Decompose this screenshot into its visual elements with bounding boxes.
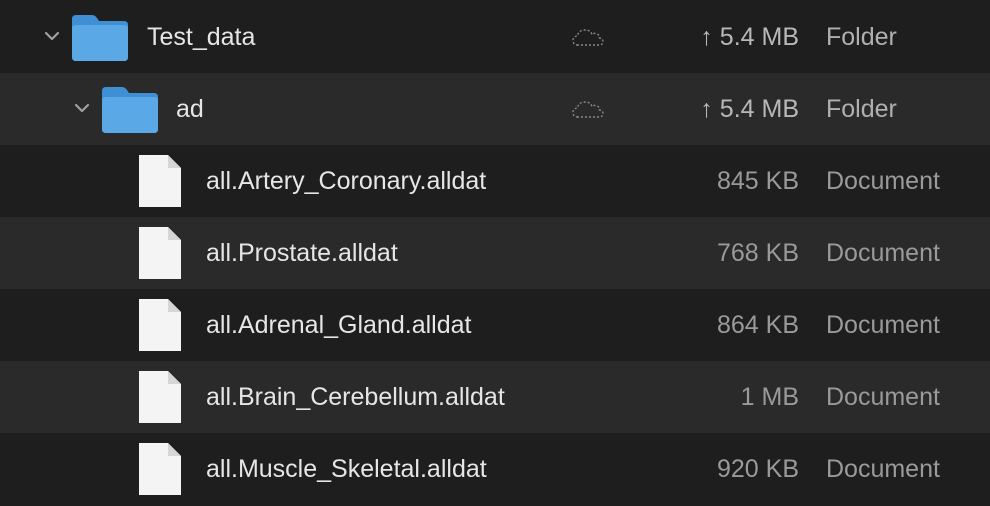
file-name: all.Artery_Coronary.alldat xyxy=(206,167,487,195)
file-size: ↑ 5.4 MB xyxy=(700,23,799,51)
document-icon xyxy=(139,443,181,495)
file-name: all.Brain_Cerebellum.alldat xyxy=(206,383,505,411)
chevron-down-icon[interactable] xyxy=(71,97,93,119)
cloud-outline-icon xyxy=(572,29,604,46)
file-size: 864 KB xyxy=(716,311,799,339)
file-name: all.Adrenal_Gland.alldat xyxy=(206,311,472,339)
file-list: Test_data ↑ 5.4 MB Folder ad ↑ 5.4 MB Fo… xyxy=(0,0,990,506)
file-size: 1 MB xyxy=(740,383,799,411)
chevron-down-icon[interactable] xyxy=(41,25,63,47)
file-kind: Folder xyxy=(826,23,897,51)
cloud-outline-icon xyxy=(572,101,604,118)
file-row[interactable]: all.Muscle_Skeletal.alldat 920 KB Docume… xyxy=(0,433,990,505)
folder-icon xyxy=(102,87,158,133)
folder-name: ad xyxy=(176,95,204,123)
file-row[interactable]: all.Prostate.alldat 768 KB Document xyxy=(0,217,990,289)
file-kind: Document xyxy=(826,455,940,483)
folder-row-ad[interactable]: ad ↑ 5.4 MB Folder xyxy=(0,73,990,145)
folder-icon xyxy=(72,15,128,61)
document-icon xyxy=(139,227,181,279)
document-icon xyxy=(139,155,181,207)
file-name: all.Muscle_Skeletal.alldat xyxy=(206,455,487,483)
document-icon xyxy=(139,371,181,423)
file-size: 920 KB xyxy=(716,455,799,483)
folder-row-test-data[interactable]: Test_data ↑ 5.4 MB Folder xyxy=(0,1,990,73)
file-size: ↑ 5.4 MB xyxy=(700,95,799,123)
file-kind: Document xyxy=(826,239,940,267)
file-kind: Document xyxy=(826,383,940,411)
file-row[interactable]: all.Artery_Coronary.alldat 845 KB Docume… xyxy=(0,145,990,217)
file-name: all.Prostate.alldat xyxy=(206,239,398,267)
file-row[interactable]: all.Brain_Cerebellum.alldat 1 MB Documen… xyxy=(0,361,990,433)
document-icon xyxy=(139,299,181,351)
folder-name: Test_data xyxy=(147,23,256,51)
file-kind: Folder xyxy=(826,95,897,123)
file-size: 845 KB xyxy=(716,167,799,195)
file-kind: Document xyxy=(826,311,940,339)
file-row[interactable]: all.Adrenal_Gland.alldat 864 KB Document xyxy=(0,289,990,361)
file-size: 768 KB xyxy=(716,239,799,267)
file-kind: Document xyxy=(826,167,940,195)
